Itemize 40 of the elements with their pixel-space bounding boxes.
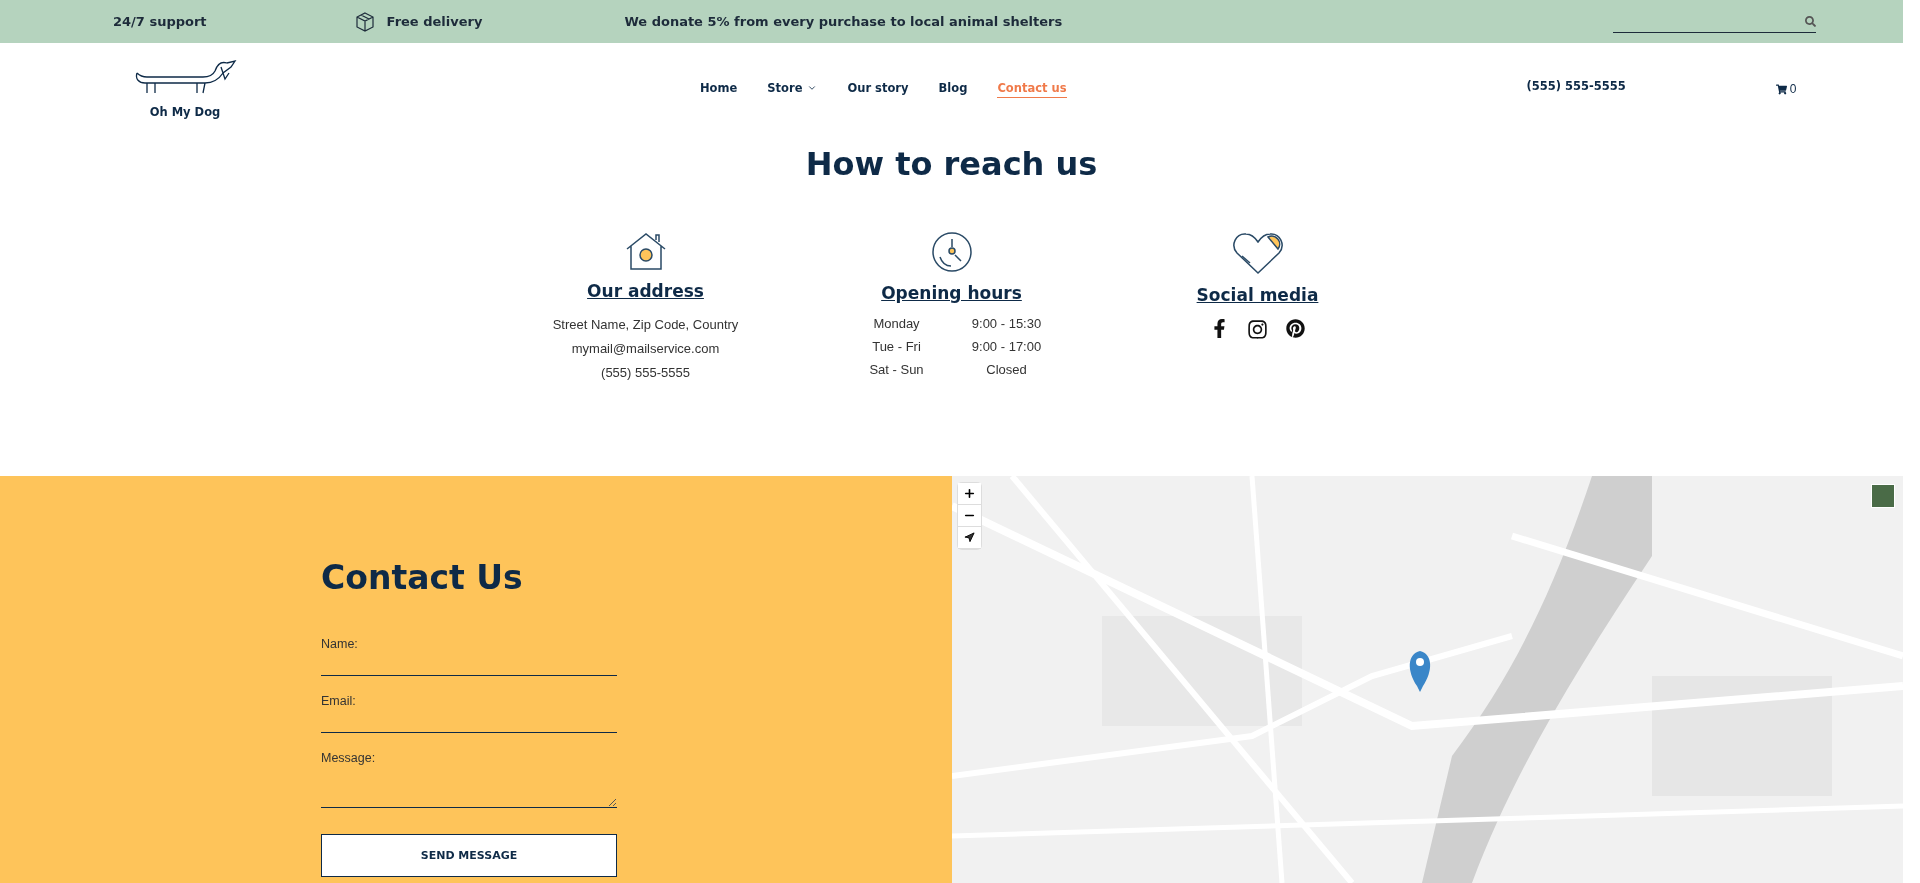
address-line: Street Name, Zip Code, Country: [552, 316, 739, 334]
top-bar-text: 24/7 support: [113, 14, 207, 29]
box-icon: [354, 11, 375, 32]
day-text: Sat - Sun: [868, 361, 925, 379]
logo-text[interactable]: Oh My Dog: [149, 105, 221, 119]
input-field[interactable]: Name:: [321, 637, 617, 676]
search-icon[interactable]: [1805, 15, 1816, 27]
day-text: Monday: [872, 315, 921, 333]
clock-icon: [930, 231, 973, 273]
hours-text: 9:00 - 17:00: [970, 338, 1043, 356]
nav-link[interactable]: Store: [767, 80, 818, 98]
top-bar-text: We donate 5% from every purchase to local animal shelters: [624, 14, 1063, 29]
hours-text: Closed: [985, 361, 1028, 379]
phone-number: (555) 555-5555: [1526, 79, 1626, 93]
section-title: How to reach us: [805, 145, 1098, 183]
input-field[interactable]: Email:: [321, 694, 617, 733]
compass-icon: [964, 532, 975, 543]
contact-title: Contact Us: [321, 558, 524, 597]
cart-link[interactable]: 0: [1775, 82, 1797, 96]
plus-icon: [963, 487, 976, 500]
input-field[interactable]: Message:: [321, 751, 617, 808]
hours-text: 9:00 - 15:30: [970, 315, 1043, 333]
nav-link[interactable]: Home: [700, 80, 738, 98]
address-line: (555) 555-5555: [601, 364, 690, 382]
heart-icon: [1231, 231, 1284, 275]
send-button[interactable]: SEND MESSAGE: [321, 834, 617, 877]
pinterest-icon[interactable]: [1286, 319, 1305, 338]
top-bar-text: Free delivery: [386, 14, 483, 29]
address-line: mymail@mailservice.com: [571, 340, 720, 358]
column-heading: Our address: [587, 281, 704, 301]
resize-handle-icon[interactable]: [608, 798, 616, 806]
nav-link[interactable]: Blog: [938, 80, 968, 98]
column-heading: Opening hours: [881, 283, 1022, 303]
column-heading: Social media: [1196, 285, 1319, 305]
layer-button[interactable]: [1871, 484, 1895, 508]
nav-link[interactable]: Our story: [847, 80, 909, 98]
day-text: Tue - Fri: [871, 338, 922, 356]
instagram-icon[interactable]: [1247, 319, 1268, 340]
house-icon: [624, 231, 667, 271]
zoom-in-button[interactable]: [958, 483, 981, 505]
